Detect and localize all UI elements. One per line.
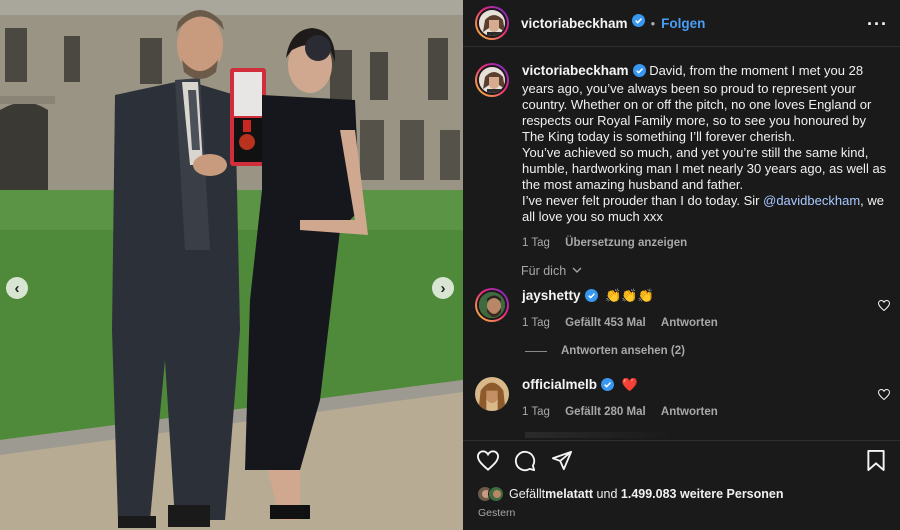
caption-time[interactable]: 1 Tag — [522, 237, 550, 249]
caption-paragraph-2: You’ve achieved so much, and yet you’re … — [522, 145, 887, 192]
avatar-image — [479, 10, 505, 36]
comment-username[interactable]: officialmelb — [522, 377, 597, 392]
author-username[interactable]: victoriabeckham — [521, 16, 628, 31]
author-avatar[interactable] — [475, 6, 509, 40]
replies-line — [525, 350, 547, 352]
post-header: victoriabeckham • Folgen ··· — [463, 0, 900, 46]
translate-link[interactable]: Übersetzung anzeigen — [565, 237, 687, 249]
for-you-label: Für dich — [521, 264, 567, 278]
heart-icon[interactable] — [476, 450, 500, 476]
comment-body: jayshetty 👏👏👏 1 Tag Gefällt 453 Mal Antw… — [522, 288, 730, 331]
post-photo: ‹ › — [0, 0, 463, 530]
more-horizontal-icon[interactable]: ··· — [867, 14, 888, 35]
comment-reply-button[interactable]: Antworten — [661, 317, 718, 329]
action-bar — [476, 450, 887, 477]
verified-badge-icon — [631, 14, 645, 32]
caption-text: victoriabeckham David, from the moment I… — [522, 63, 890, 251]
comment-meta: 1 Tag Gefällt 280 Mal Antworten — [522, 404, 730, 420]
comment-text: ❤️ — [621, 377, 638, 392]
post-panel: victoriabeckham • Folgen ··· victoriabec… — [463, 0, 900, 530]
comment-text: 👏👏👏 — [605, 288, 654, 303]
comment-meta: 1 Tag Gefällt 453 Mal Antworten — [522, 315, 730, 331]
verified-badge-icon — [584, 289, 598, 306]
follow-button[interactable]: Folgen — [661, 16, 705, 31]
mention-link[interactable]: @davidbeckham — [763, 193, 860, 208]
carousel-next-button[interactable]: › — [432, 277, 454, 299]
chevron-down-icon — [572, 263, 582, 277]
comment-time[interactable]: 1 Tag — [522, 406, 550, 418]
avatar-image — [479, 67, 505, 93]
comment-item: officialmelb ❤️ 1 Tag Gefällt 280 Mal An… — [475, 377, 891, 420]
carousel-prev-button[interactable]: ‹ — [6, 277, 28, 299]
avatar-image — [479, 292, 505, 318]
avatar-image — [475, 377, 509, 411]
verified-badge-icon — [601, 378, 615, 395]
comment-item: jayshetty 👏👏👏 1 Tag Gefällt 453 Mal Antw… — [475, 288, 891, 331]
likes-summary[interactable]: Gefällt melatatt und 1.499.083 weitere P… — [477, 486, 784, 502]
caption-username[interactable]: victoriabeckham — [522, 63, 629, 78]
comment-time[interactable]: 1 Tag — [522, 317, 550, 329]
likes-middle: und — [593, 487, 621, 501]
likes-count[interactable]: 1.499.083 weitere Personen — [621, 487, 784, 501]
comment-likes[interactable]: Gefällt 453 Mal — [565, 317, 646, 329]
commenter-avatar[interactable] — [475, 377, 509, 411]
comment-username[interactable]: jayshetty — [522, 288, 581, 303]
caption-meta: 1 Tag Übersetzung anzeigen — [522, 235, 890, 251]
comment-likes[interactable]: Gefällt 280 Mal — [565, 406, 646, 418]
view-replies-label: Antworten ansehen (2) — [561, 345, 685, 357]
caption-avatar[interactable] — [475, 63, 509, 97]
comment-like-heart-icon[interactable] — [877, 298, 891, 316]
post-image — [0, 0, 463, 530]
likes-user-link[interactable]: melatatt — [545, 487, 593, 501]
comment-like-heart-icon[interactable] — [877, 387, 891, 405]
caption-paragraph-3: I’ve never felt prouder than I do today.… — [522, 193, 764, 208]
next-comment-fade — [525, 432, 675, 438]
post-date[interactable]: Gestern — [478, 507, 515, 519]
comment-body: officialmelb ❤️ 1 Tag Gefällt 280 Mal An… — [522, 377, 730, 420]
actions-divider — [463, 440, 900, 441]
view-replies-button[interactable]: Antworten ansehen (2) — [525, 345, 685, 357]
comment-icon[interactable] — [514, 450, 536, 477]
post-caption: victoriabeckham David, from the moment I… — [475, 63, 890, 251]
bookmark-icon[interactable] — [867, 450, 885, 476]
verified-badge-icon — [632, 64, 646, 81]
for-you-dropdown[interactable]: Für dich — [521, 263, 582, 278]
commenter-avatar[interactable] — [475, 288, 509, 322]
separator-dot: • — [650, 15, 656, 31]
comment-reply-button[interactable]: Antworten — [661, 406, 718, 418]
likes-prefix: Gefällt — [509, 487, 546, 501]
comments-scroll-area[interactable]: victoriabeckham David, from the moment I… — [463, 47, 900, 440]
liker-avatar — [488, 486, 504, 502]
share-icon[interactable] — [551, 450, 573, 476]
